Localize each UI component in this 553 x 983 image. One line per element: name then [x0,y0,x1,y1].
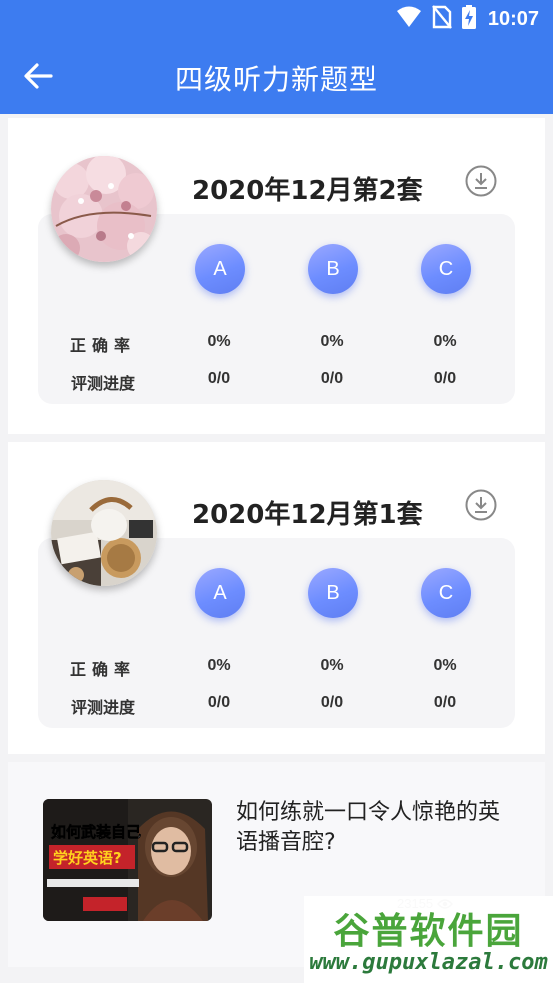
status-icons: 10:07 [396,5,539,33]
download-button[interactable] [464,488,498,522]
battery-charging-icon [461,5,476,33]
progress-a-value: 0/0 [207,370,231,387]
progress-b-value: 0/0 [320,694,344,711]
accuracy-a-value: 0% [207,657,231,674]
watermark-brand: 谷普软件园 [333,911,524,952]
exam-set-title: 2020年12月第2套 [192,176,423,206]
section-b-button[interactable]: B [308,568,358,618]
download-button[interactable] [464,164,498,198]
section-a-button[interactable]: A [195,244,245,294]
status-bar: 10:07 [0,0,553,38]
section-c-button[interactable]: C [421,244,471,294]
section-a-button[interactable]: A [195,568,245,618]
accuracy-c-value: 0% [433,333,457,350]
accuracy-c-value: 0% [433,657,457,674]
download-icon [465,489,497,521]
wifi-icon [396,6,422,32]
app-bar: 四级听力新题型 [0,38,553,114]
progress-a-value: 0/0 [207,694,231,711]
accuracy-a-value: 0% [207,333,231,350]
progress-label: 评测进度 [70,374,135,393]
status-time: 10:07 [487,7,539,30]
watermark: 谷普软件园 www.gupuxlazal.com [304,896,553,983]
exam-set-title: 2020年12月第1套 [192,500,423,530]
section-c-button[interactable]: C [421,568,471,618]
svg-text:学好英语?: 学好英语? [53,849,122,867]
accuracy-label: 正确率 [69,660,136,679]
cherry-blossom-image [51,156,157,262]
accuracy-label: 正确率 [69,336,136,355]
watermark-url: www.gupuxlazal.com [309,950,548,975]
page-title: 四级听力新题型 [174,63,378,96]
progress-label: 评测进度 [70,698,135,717]
download-icon [465,165,497,197]
article-title: 如何练就一口令人惊艳的英语播音腔? [236,800,501,855]
progress-b-value: 0/0 [320,370,344,387]
accuracy-b-value: 0% [320,333,344,350]
teapot-tea-image [51,480,157,586]
no-sim-icon [431,5,452,33]
article-thumbnail: 如何武装自己 学好英语? [43,799,212,921]
exam-set-card[interactable]: 2020年12月第1套 A B C 正确率 评测进度 0% 0% 0% 0/0 … [8,442,545,754]
progress-c-value: 0/0 [433,694,457,711]
svg-text:如何武装自己: 如何武装自己 [51,823,141,841]
accuracy-b-value: 0% [320,657,344,674]
exam-set-card[interactable]: 2020年12月第2套 A B C 正确率 评测进度 0% 0% 0% 0/0 … [8,118,545,434]
progress-c-value: 0/0 [433,370,457,387]
section-b-button[interactable]: B [308,244,358,294]
